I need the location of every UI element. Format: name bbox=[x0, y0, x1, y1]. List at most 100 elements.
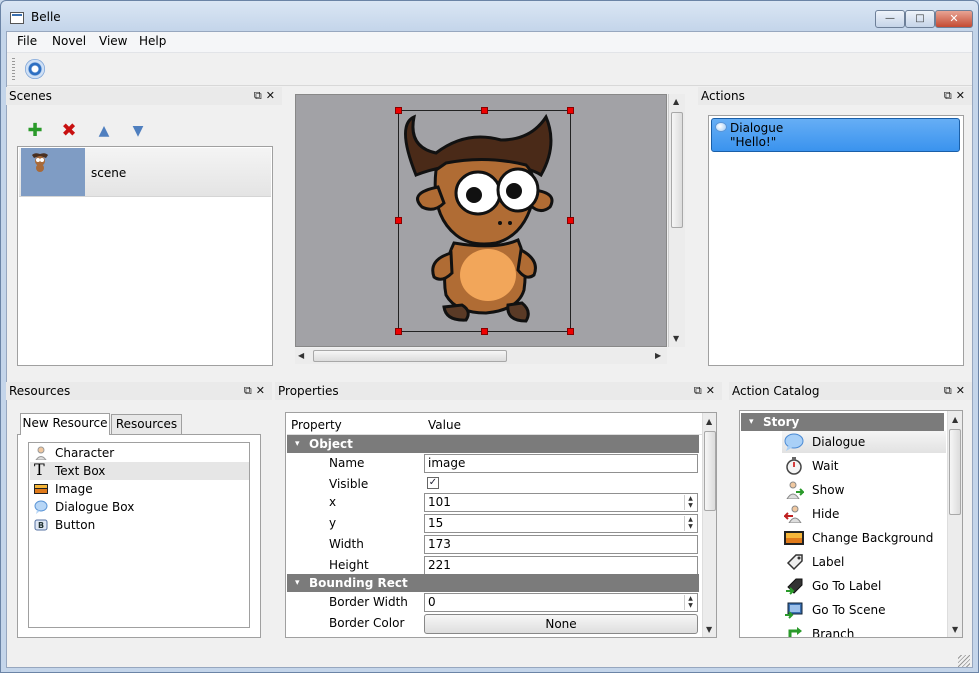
tab-new-resource[interactable]: New Resource bbox=[20, 413, 110, 435]
action-catalog-tree[interactable]: ▾ Story Dialogue Wait Show Hide Change B… bbox=[739, 410, 963, 638]
resource-item-dialogue-box[interactable]: Dialogue Box bbox=[30, 498, 249, 516]
name-input[interactable]: image bbox=[424, 454, 698, 473]
property-row-name[interactable]: Name image bbox=[287, 453, 699, 474]
collapse-icon[interactable]: ▾ bbox=[295, 574, 300, 592]
resource-item-character[interactable]: Character bbox=[30, 444, 249, 462]
resource-item-image[interactable]: Image bbox=[30, 480, 249, 498]
scene-thumbnail bbox=[21, 148, 85, 196]
scroll-up-arrow-icon[interactable]: ▲ bbox=[952, 415, 958, 424]
scroll-down-arrow-icon[interactable]: ▼ bbox=[706, 625, 712, 634]
catalog-item-go-to-label[interactable]: Go To Label bbox=[782, 575, 946, 597]
scroll-left-arrow-icon[interactable]: ◀ bbox=[298, 351, 304, 360]
resize-handle-nw[interactable] bbox=[395, 107, 402, 114]
action-list[interactable]: Dialogue "Hello!" bbox=[708, 115, 964, 366]
property-editor[interactable]: Property Value ▾ Object Name image Visib… bbox=[285, 412, 717, 638]
tab-resources[interactable]: Resources bbox=[111, 414, 182, 434]
group-object[interactable]: ▾ Object bbox=[287, 435, 699, 453]
scene-list-item[interactable]: scene bbox=[19, 148, 271, 197]
run-preview-icon[interactable] bbox=[25, 59, 45, 79]
properties-scroll-thumb[interactable] bbox=[704, 431, 716, 511]
catalog-item-branch[interactable]: Branch bbox=[782, 623, 946, 637]
spin-arrows-icon[interactable]: ▲ ▼ bbox=[684, 516, 696, 531]
y-spinbox[interactable]: 15 ▲ ▼ bbox=[424, 514, 698, 533]
maximize-button[interactable]: □ bbox=[905, 10, 935, 28]
scroll-down-arrow-icon[interactable]: ▼ bbox=[673, 334, 679, 343]
spin-arrows-icon[interactable]: ▲ ▼ bbox=[684, 595, 696, 610]
catalog-scrollbar[interactable]: ▲ ▼ bbox=[947, 411, 962, 637]
catalog-item-dialogue[interactable]: Dialogue bbox=[782, 431, 946, 453]
resize-handle-se[interactable] bbox=[567, 328, 574, 335]
scene-canvas[interactable] bbox=[295, 94, 667, 347]
close-dock-icon[interactable]: ✕ bbox=[256, 384, 269, 397]
properties-scrollbar[interactable]: ▲ ▼ bbox=[702, 413, 716, 637]
close-dock-icon[interactable]: ✕ bbox=[706, 384, 719, 397]
catalog-item-go-to-scene[interactable]: Go To Scene bbox=[782, 599, 946, 621]
undock-icon[interactable]: ⧉ bbox=[244, 384, 256, 397]
close-dock-icon[interactable]: ✕ bbox=[956, 384, 969, 397]
category-story[interactable]: ▾ Story bbox=[741, 413, 944, 431]
property-row-y[interactable]: y 15 ▲ ▼ bbox=[287, 513, 699, 534]
scroll-up-arrow-icon[interactable]: ▲ bbox=[706, 417, 712, 426]
remove-scene-icon[interactable]: ✖ bbox=[60, 122, 78, 140]
catalog-item-label[interactable]: Label bbox=[782, 551, 946, 573]
close-dock-icon[interactable]: ✕ bbox=[956, 89, 969, 102]
undock-icon[interactable]: ⧉ bbox=[694, 384, 706, 397]
horizontal-scroll-thumb[interactable] bbox=[313, 350, 507, 362]
move-down-icon[interactable]: ▼ bbox=[129, 122, 147, 140]
action-list-item[interactable]: Dialogue "Hello!" bbox=[711, 118, 960, 152]
minimize-button[interactable]: — bbox=[875, 10, 905, 28]
canvas-horizontal-scrollbar[interactable]: ◀ ▶ bbox=[295, 348, 667, 364]
new-resource-list[interactable]: Character T Text Box Image Dialogue Box … bbox=[28, 442, 250, 628]
resource-item-text-box[interactable]: T Text Box bbox=[30, 462, 249, 480]
catalog-item-show[interactable]: Show bbox=[782, 479, 946, 501]
catalog-item-change-background[interactable]: Change Background bbox=[782, 527, 946, 549]
menu-file[interactable]: File bbox=[17, 34, 37, 48]
resize-handle-w[interactable] bbox=[395, 217, 402, 224]
property-row-x[interactable]: x 101 ▲ ▼ bbox=[287, 492, 699, 513]
scroll-right-arrow-icon[interactable]: ▶ bbox=[655, 351, 661, 360]
group-bounding-rect[interactable]: ▾ Bounding Rect bbox=[287, 574, 699, 592]
close-window-button[interactable]: ✕ bbox=[935, 10, 973, 28]
app-window-icon bbox=[10, 12, 24, 24]
toolbar-grip[interactable] bbox=[12, 58, 15, 80]
add-scene-icon[interactable]: ✚ bbox=[26, 122, 44, 140]
scroll-down-arrow-icon[interactable]: ▼ bbox=[952, 625, 958, 634]
undock-icon[interactable]: ⧉ bbox=[944, 384, 956, 397]
close-dock-icon[interactable]: ✕ bbox=[266, 89, 279, 102]
x-spinbox[interactable]: 101 ▲ ▼ bbox=[424, 493, 698, 512]
scroll-up-arrow-icon[interactable]: ▲ bbox=[673, 97, 679, 106]
menu-view[interactable]: View bbox=[99, 34, 127, 48]
menu-help[interactable]: Help bbox=[139, 34, 166, 48]
size-grip[interactable] bbox=[958, 655, 970, 667]
visible-checkbox[interactable]: ✓ bbox=[427, 477, 439, 489]
vertical-scroll-thumb[interactable] bbox=[671, 112, 683, 228]
height-input[interactable]: 221 bbox=[424, 556, 698, 575]
undock-icon[interactable]: ⧉ bbox=[254, 89, 266, 102]
gnu-character-image[interactable] bbox=[296, 95, 667, 347]
resize-handle-sw[interactable] bbox=[395, 328, 402, 335]
scene-list[interactable]: scene bbox=[17, 146, 273, 366]
move-up-icon[interactable]: ▲ bbox=[95, 122, 113, 140]
spin-arrows-icon[interactable]: ▲ ▼ bbox=[684, 495, 696, 510]
width-input[interactable]: 173 bbox=[424, 535, 698, 554]
property-row-border-width[interactable]: Border Width 0 ▲ ▼ bbox=[287, 592, 699, 613]
resize-handle-e[interactable] bbox=[567, 217, 574, 224]
undock-icon[interactable]: ⧉ bbox=[944, 89, 956, 102]
resize-handle-ne[interactable] bbox=[567, 107, 574, 114]
catalog-item-hide[interactable]: Hide bbox=[782, 503, 946, 525]
resize-handle-s[interactable] bbox=[481, 328, 488, 335]
property-row-height[interactable]: Height 221 bbox=[287, 555, 699, 576]
collapse-icon[interactable]: ▾ bbox=[749, 413, 754, 431]
canvas-vertical-scrollbar[interactable]: ▲ ▼ bbox=[668, 94, 685, 347]
resize-handle-n[interactable] bbox=[481, 107, 488, 114]
border-color-button[interactable]: None bbox=[424, 614, 698, 634]
menu-novel[interactable]: Novel bbox=[52, 34, 86, 48]
collapse-icon[interactable]: ▾ bbox=[295, 435, 300, 453]
resource-item-button[interactable]: B Button bbox=[30, 516, 249, 534]
property-row-border-color[interactable]: Border Color None bbox=[287, 613, 699, 634]
catalog-item-wait[interactable]: Wait bbox=[782, 455, 946, 477]
catalog-scroll-thumb[interactable] bbox=[949, 429, 961, 515]
title-bar[interactable]: Belle — □ ✕ bbox=[1, 1, 978, 31]
border-width-spinbox[interactable]: 0 ▲ ▼ bbox=[424, 593, 698, 612]
property-row-width[interactable]: Width 173 bbox=[287, 534, 699, 555]
